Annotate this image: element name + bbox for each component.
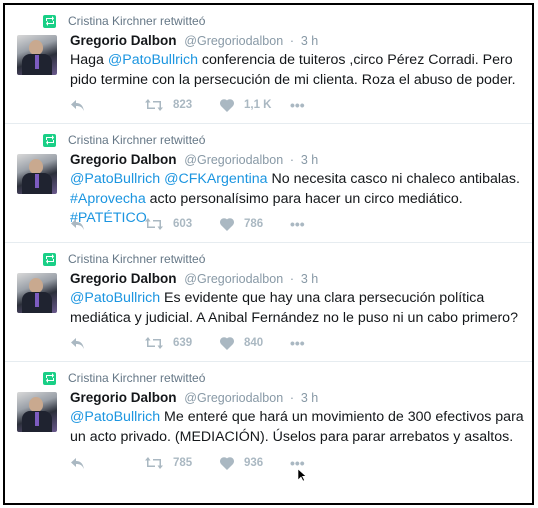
tweet-link[interactable]: @CFKArgentina (164, 171, 268, 187)
tweet-link[interactable]: @PatoBullrich (70, 409, 160, 425)
retweet-icon (145, 99, 163, 111)
like-count: 840 (244, 337, 264, 349)
like-count: 786 (244, 218, 264, 230)
tweet-actions: 785 936 ••• (70, 455, 305, 471)
more-button[interactable]: ••• (290, 335, 305, 351)
retweet-count: 785 (173, 457, 193, 469)
avatar[interactable] (17, 154, 57, 194)
like-count: 936 (244, 457, 264, 469)
retweet-badge-icon (43, 133, 56, 147)
mouse-cursor-icon (298, 469, 306, 481)
reply-icon (71, 218, 84, 230)
reply-icon (71, 99, 84, 111)
tweet-link[interactable]: @PatoBullrich (108, 52, 198, 68)
reply-button[interactable] (70, 218, 145, 231)
tweet[interactable]: Cristina Kirchner retwitteó Gregorio Dal… (5, 362, 532, 481)
tweet-link[interactable]: #Aprovecha (70, 191, 146, 207)
retweet-count: 639 (173, 337, 193, 349)
more-icon: ••• (290, 335, 305, 351)
like-count: 1,1 K (244, 99, 272, 111)
retweet-context: Cristina Kirchner retwitteó (43, 252, 205, 266)
retweet-context: Cristina Kirchner retwitteó (43, 14, 205, 28)
retweet-count: 603 (173, 218, 193, 230)
tweet-time[interactable]: 3 h (301, 272, 318, 286)
like-button[interactable]: 936 (220, 456, 290, 470)
retweet-button[interactable]: 823 (145, 99, 220, 111)
reply-icon (71, 457, 84, 469)
tweet-text: @PatoBullrich Me enteré que hará un movi… (70, 408, 525, 447)
retweeter-label[interactable]: Cristina Kirchner retwitteó (68, 252, 205, 266)
reply-button[interactable] (70, 99, 145, 112)
author-name[interactable]: Gregorio Dalbon (70, 33, 177, 48)
like-button[interactable]: 786 (220, 217, 290, 231)
author-name[interactable]: Gregorio Dalbon (70, 390, 177, 405)
tweet-text-segment: acto personalísimo para hacer un circo m… (145, 190, 463, 207)
author-handle[interactable]: @Gregoriodalbon (184, 153, 283, 167)
retweet-badge-icon (43, 371, 56, 385)
separator: · (289, 272, 295, 286)
retweet-button[interactable]: 639 (145, 337, 220, 349)
avatar[interactable] (17, 35, 57, 75)
tweet-link[interactable]: @PatoBullrich (70, 171, 160, 187)
tweet[interactable]: Cristina Kirchner retwitteó Gregorio Dal… (5, 124, 532, 243)
retweet-button[interactable]: 603 (145, 218, 220, 230)
like-button[interactable]: 840 (220, 336, 290, 350)
avatar[interactable] (17, 273, 57, 313)
tweet[interactable]: Cristina Kirchner retwitteó Gregorio Dal… (5, 243, 532, 362)
more-icon: ••• (290, 216, 305, 232)
tweet-actions: 823 1,1 K ••• (70, 97, 305, 113)
tweet-time[interactable]: 3 h (301, 153, 318, 167)
more-icon: ••• (290, 97, 305, 113)
like-button[interactable]: 1,1 K (220, 98, 290, 112)
tweet[interactable]: Cristina Kirchner retwitteó Gregorio Dal… (5, 5, 532, 124)
retweet-context: Cristina Kirchner retwitteó (43, 371, 205, 385)
heart-icon (220, 336, 234, 350)
tweet-text-segment: Haga (70, 52, 108, 68)
tweet-actions: 603 786 ••• (70, 216, 305, 232)
retweet-icon (145, 218, 163, 230)
heart-icon (220, 456, 234, 470)
reply-button[interactable] (70, 337, 145, 350)
tweet-text-segment: No necesita casco ni chaleco antibalas. (267, 171, 520, 187)
author-name[interactable]: Gregorio Dalbon (70, 271, 177, 286)
tweet-header: Gregorio Dalbon @Gregoriodalbon · 3 h (70, 271, 318, 286)
heart-icon (220, 98, 234, 112)
more-button[interactable]: ••• (290, 97, 305, 113)
heart-icon (220, 217, 234, 231)
retweet-icon (145, 337, 163, 349)
retweet-button[interactable]: 785 (145, 457, 220, 469)
separator: · (289, 153, 295, 167)
timeline: Cristina Kirchner retwitteó Gregorio Dal… (3, 3, 534, 505)
retweeter-label[interactable]: Cristina Kirchner retwitteó (68, 14, 205, 28)
retweeter-label[interactable]: Cristina Kirchner retwitteó (68, 371, 205, 385)
tweet-header: Gregorio Dalbon @Gregoriodalbon · 3 h (70, 152, 318, 167)
retweet-count: 823 (173, 99, 193, 111)
retweeter-label[interactable]: Cristina Kirchner retwitteó (68, 133, 205, 147)
tweet-time[interactable]: 3 h (301, 34, 318, 48)
tweet-text: @PatoBullrich Es evidente que hay una cl… (70, 289, 525, 328)
tweet-header: Gregorio Dalbon @Gregoriodalbon · 3 h (70, 390, 318, 405)
more-button[interactable]: ••• (290, 216, 305, 232)
separator: · (289, 34, 295, 48)
retweet-icon (145, 457, 163, 469)
tweet-actions: 639 840 ••• (70, 335, 305, 351)
reply-icon (71, 337, 84, 349)
author-handle[interactable]: @Gregoriodalbon (184, 391, 283, 405)
tweet-time[interactable]: 3 h (301, 391, 318, 405)
retweet-context: Cristina Kirchner retwitteó (43, 133, 205, 147)
avatar[interactable] (17, 392, 57, 432)
reply-button[interactable] (70, 457, 145, 470)
separator: · (289, 391, 295, 405)
retweet-badge-icon (43, 14, 56, 28)
tweet-text: Haga @PatoBullrich conferencia de tuiter… (70, 51, 525, 90)
author-handle[interactable]: @Gregoriodalbon (184, 34, 283, 48)
author-handle[interactable]: @Gregoriodalbon (184, 272, 283, 286)
author-name[interactable]: Gregorio Dalbon (70, 152, 177, 167)
tweet-header: Gregorio Dalbon @Gregoriodalbon · 3 h (70, 33, 318, 48)
tweet-link[interactable]: @PatoBullrich (70, 290, 160, 306)
retweet-badge-icon (43, 252, 56, 266)
